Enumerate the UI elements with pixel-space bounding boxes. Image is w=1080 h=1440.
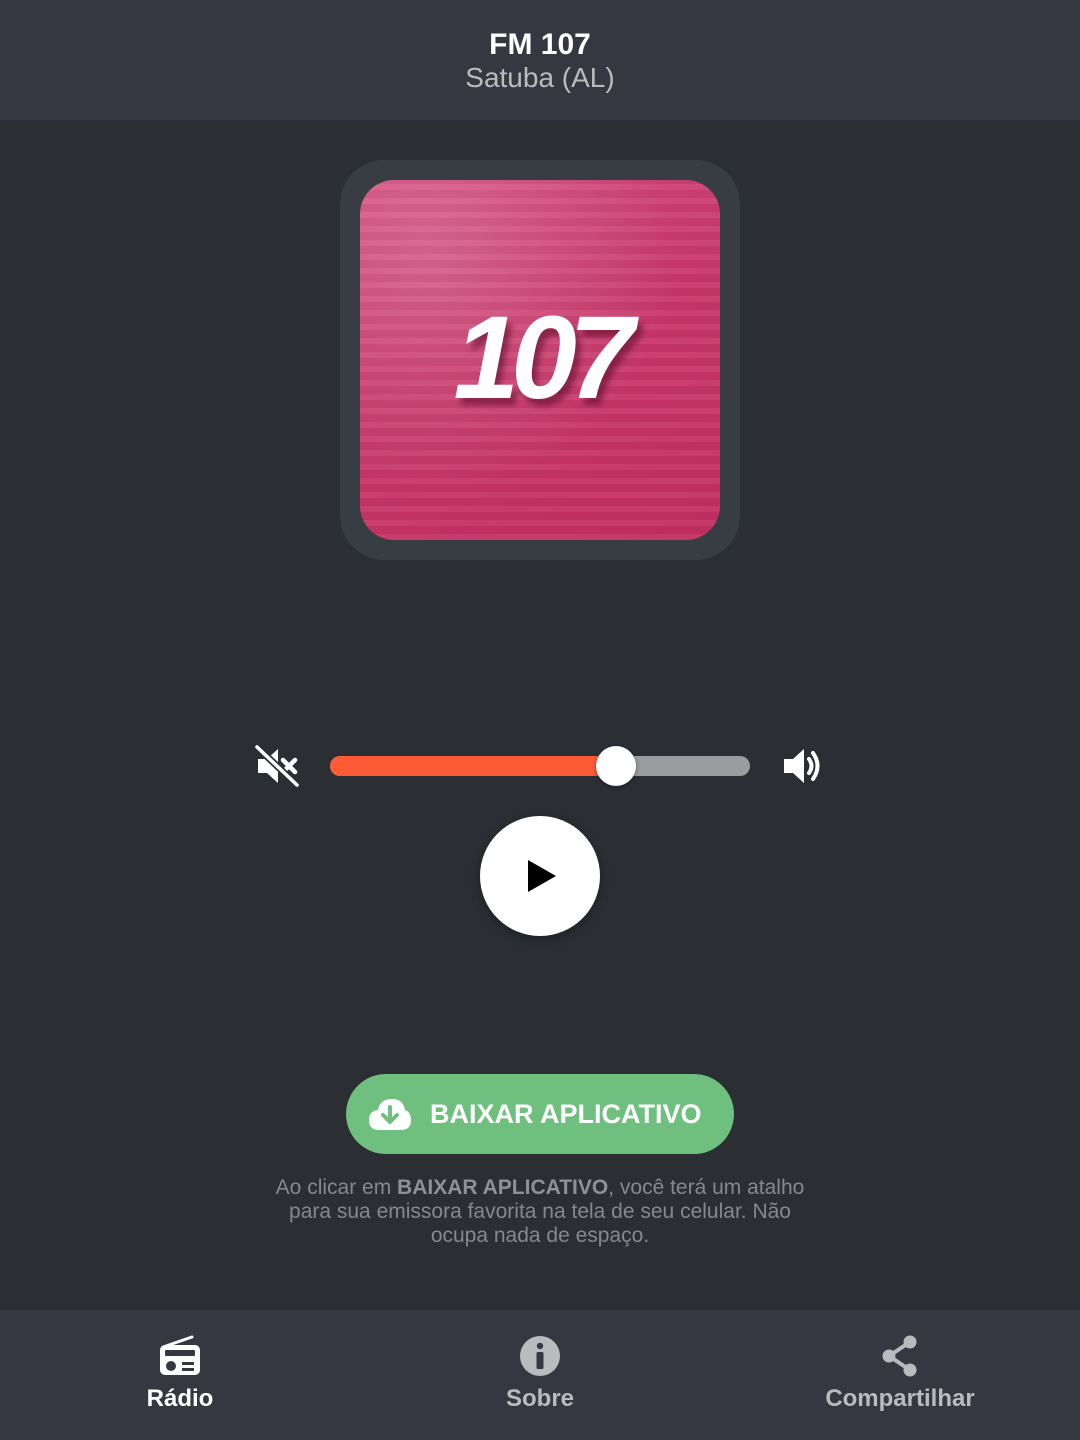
download-disclaimer: Ao clicar em BAIXAR APLICATIVO, você ter…: [270, 1176, 810, 1248]
download-app-label: BAIXAR APLICATIVO: [430, 1099, 702, 1129]
app-header: FM 107 Satuba (AL): [0, 0, 1080, 120]
station-logo-frame: 107: [340, 160, 740, 560]
disclaimer-text-bold: BAIXAR APLICATIVO: [397, 1176, 609, 1199]
volume-slider-thumb[interactable]: [595, 746, 636, 786]
info-icon: [518, 1334, 562, 1378]
volume-controls: [0, 740, 1080, 792]
play-icon: [528, 860, 556, 892]
play-button[interactable]: [480, 816, 600, 936]
nav-item-about[interactable]: Sobre: [360, 1310, 720, 1440]
logo-text: 107: [453, 292, 635, 424]
download-app-button[interactable]: BAIXAR APLICATIVO: [346, 1074, 734, 1154]
nav-label-share: Compartilhar: [825, 1385, 975, 1412]
volume-up-icon[interactable]: [780, 744, 826, 788]
station-logo: 107: [360, 180, 720, 540]
station-location: Satuba (AL): [465, 62, 615, 93]
nav-item-share[interactable]: Compartilhar: [720, 1310, 1080, 1440]
volume-slider[interactable]: [330, 746, 750, 786]
station-name: FM 107: [489, 28, 591, 61]
bottom-nav: Rádio Sobre Compartilhar: [0, 1310, 1080, 1440]
nav-label-about: Sobre: [505, 1385, 574, 1412]
nav-label-radio: Rádio: [146, 1385, 214, 1412]
volume-slider-fill: [330, 756, 616, 776]
share-icon: [878, 1334, 922, 1378]
radio-icon: [158, 1334, 202, 1378]
volume-mute-icon[interactable]: [253, 743, 301, 789]
disclaimer-text-start: Ao clicar em: [275, 1176, 398, 1199]
nav-item-radio[interactable]: Rádio: [0, 1310, 360, 1440]
cloud-download-icon: [368, 1096, 412, 1132]
